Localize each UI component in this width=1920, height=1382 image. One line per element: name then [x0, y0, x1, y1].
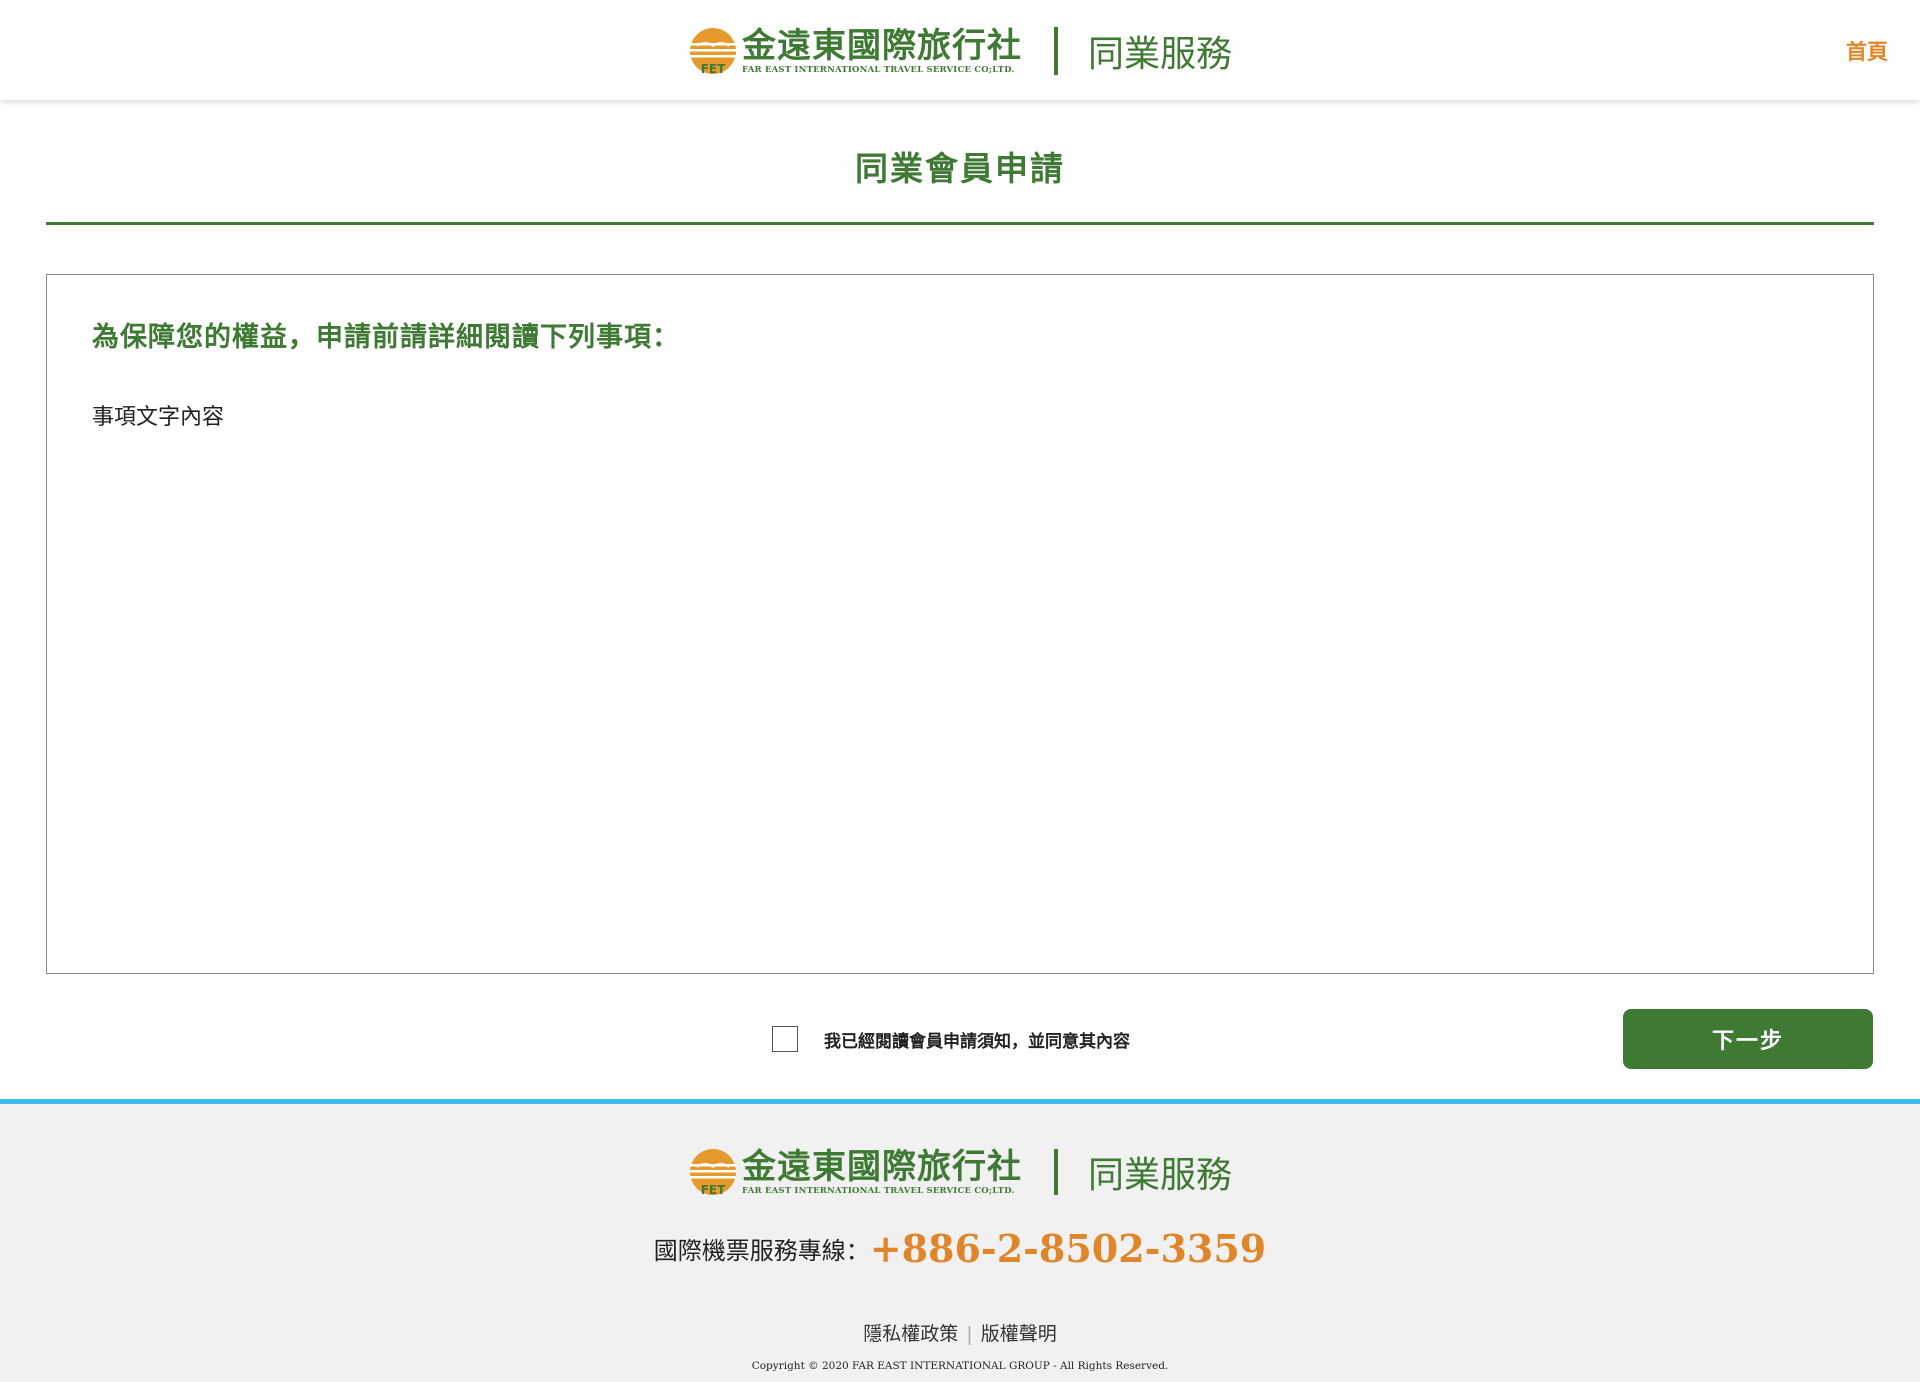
next-step-button[interactable]: 下一步	[1623, 1009, 1873, 1069]
sun-logo-icon: FET	[689, 28, 736, 76]
site-header: FET 金遠東國際旅行社 FAR EAST INTERNATIONAL TRAV…	[0, 0, 1920, 100]
privacy-policy-link[interactable]: 隱私權政策	[863, 1323, 958, 1345]
service-name: 同業服務	[1087, 34, 1232, 75]
logo-english-name: FAR EAST INTERNATIONAL TRAVEL SERVICE CO…	[741, 65, 1015, 75]
hotline-label: 國際機票服務專線：	[653, 1237, 870, 1265]
footer-logo-badge: FET	[701, 1183, 726, 1197]
logo-name: 金遠東國際旅行社	[741, 26, 1022, 66]
link-separator: |	[966, 1323, 973, 1345]
footer-links: 隱私權政策 | 版權聲明	[0, 1319, 1920, 1346]
footer-logo-english-name: FAR EAST INTERNATIONAL TRAVEL SERVICE CO…	[741, 1186, 1015, 1196]
copyright-statement-link[interactable]: 版權聲明	[981, 1323, 1057, 1345]
copyright: Copyright © 2020 FAR EAST INTERNATIONAL …	[751, 1360, 1169, 1372]
agreement-row: 我已經閱讀會員申請須知，並同意其內容	[772, 1026, 1130, 1052]
footer-service-name: 同業服務	[1087, 1155, 1232, 1196]
hotline: 國際機票服務專線：+886-2-8502-3359	[0, 1226, 1920, 1271]
sun-logo-icon: FET	[689, 1149, 736, 1197]
site-footer: FET 金遠東國際旅行社 FAR EAST INTERNATIONAL TRAV…	[0, 1099, 1920, 1382]
title-divider	[46, 222, 1874, 225]
header-brand: FET 金遠東國際旅行社 FAR EAST INTERNATIONAL TRAV…	[0, 20, 1920, 82]
page-title: 同業會員申請	[855, 149, 1065, 188]
footer-logo: FET 金遠東國際旅行社 FAR EAST INTERNATIONAL TRAV…	[688, 1147, 1022, 1197]
footer-brand: FET 金遠東國際旅行社 FAR EAST INTERNATIONAL TRAV…	[0, 1142, 1920, 1202]
agree-label[interactable]: 我已經閱讀會員申請須知，並同意其內容	[824, 1027, 1130, 1052]
brand-divider	[1053, 27, 1058, 75]
footer-logo-name: 金遠東國際旅行社	[741, 1147, 1022, 1187]
logo-badge: FET	[701, 62, 726, 76]
agree-checkbox[interactable]	[772, 1026, 798, 1052]
hotline-number[interactable]: +886-2-8502-3359	[870, 1226, 1266, 1271]
notice-heading: 為保障您的權益，申請前請詳細閱讀下列事項：	[92, 322, 680, 353]
footer-brand-divider	[1053, 1149, 1058, 1195]
notice-box[interactable]: 為保障您的權益，申請前請詳細閱讀下列事項： 事項文字內容	[46, 274, 1874, 974]
notice-body: 事項文字內容	[92, 405, 225, 430]
home-link[interactable]: 首頁	[1846, 36, 1888, 66]
header-logo[interactable]: FET 金遠東國際旅行社 FAR EAST INTERNATIONAL TRAV…	[688, 26, 1022, 76]
